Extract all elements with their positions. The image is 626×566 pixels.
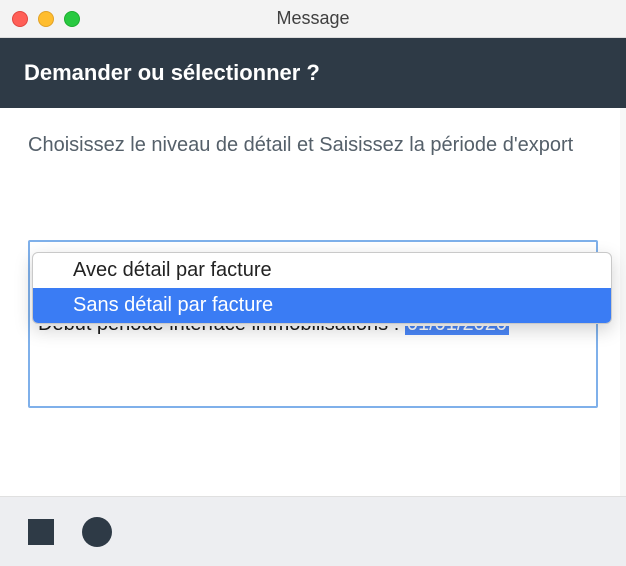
record-circle-icon[interactable] <box>82 517 112 547</box>
field-start-period-label: Début période interface immobilisations … <box>38 326 405 335</box>
dialog-footer <box>0 496 626 566</box>
option-sans-detail[interactable]: Sans détail par facture <box>33 288 611 323</box>
scrollbar-track <box>620 38 626 496</box>
field-start-period-peek: Début période interface immobilisations … <box>38 326 576 338</box>
stop-square-icon[interactable] <box>28 519 54 545</box>
dialog-header: Demander ou sélectionner ? <box>0 38 626 108</box>
dialog-title: Demander ou sélectionner ? <box>24 60 320 85</box>
close-icon[interactable] <box>12 11 28 27</box>
titlebar: Message <box>0 0 626 38</box>
window-title: Message <box>276 8 349 29</box>
minimize-icon[interactable] <box>38 11 54 27</box>
instruction-text: Choisissez le niveau de détail et Saisis… <box>28 132 598 158</box>
option-avec-detail[interactable]: Avec détail par facture <box>33 253 611 288</box>
message-window: Message Demander ou sélectionner ? Chois… <box>0 0 626 566</box>
detail-level-dropdown[interactable]: Avec détail par facture Sans détail par … <box>32 252 612 324</box>
field-start-period-value[interactable]: 01/01/2020 <box>405 326 509 335</box>
maximize-icon[interactable] <box>64 11 80 27</box>
window-controls <box>12 11 80 27</box>
